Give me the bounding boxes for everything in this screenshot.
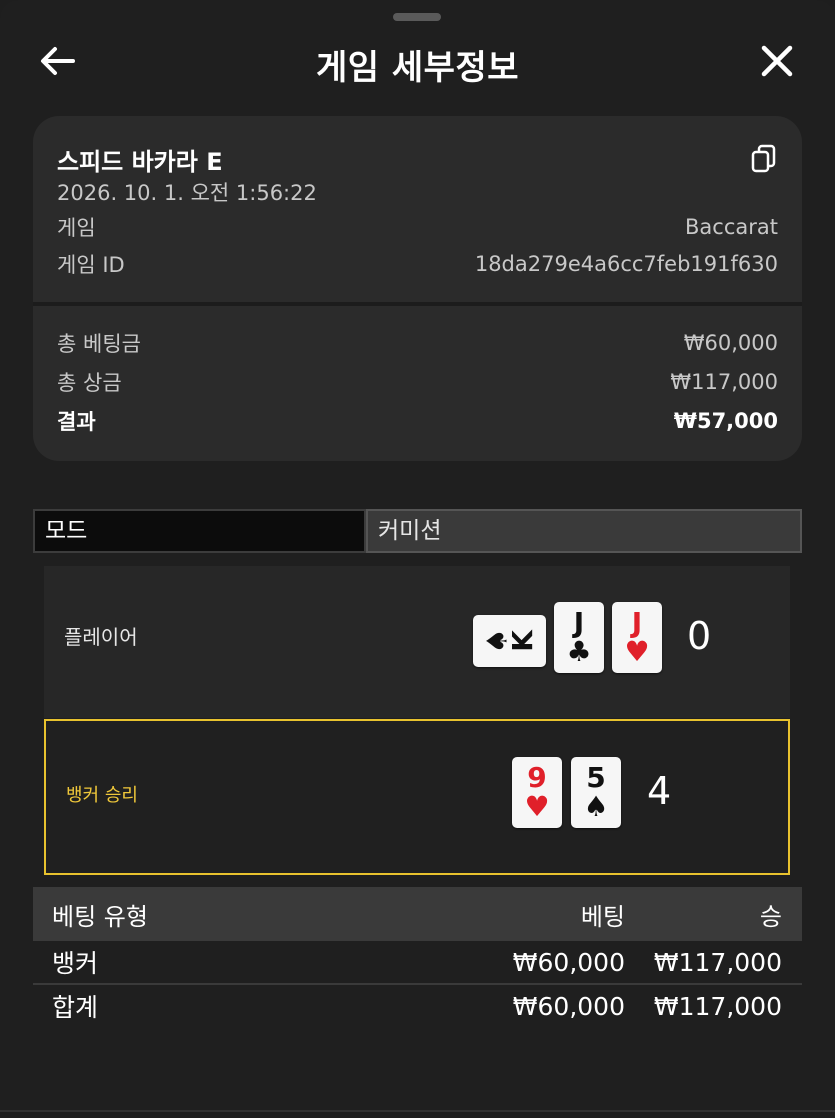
header-bet: 베팅 xyxy=(580,902,625,931)
banker-card-2: 5 ♠ xyxy=(571,757,621,828)
game-info-card: 스피드 바카라 E 2026. 10. 1. 오전 1:56:22 게임 Bac… xyxy=(33,116,802,461)
card-suit: ♠ xyxy=(583,789,609,823)
card-suit: ♥ xyxy=(524,789,550,823)
close-button[interactable] xyxy=(755,40,799,82)
table-row: 뱅커 ₩60,000 ₩117,000 xyxy=(33,941,802,985)
card-suit: ♣ xyxy=(566,634,592,668)
bet-table: 베팅 유형 베팅 승 뱅커 ₩60,000 ₩117,000 합계 ₩60,00… xyxy=(33,887,802,1027)
game-datetime: 2026. 10. 1. 오전 1:56:22 xyxy=(57,181,317,205)
copy-button[interactable] xyxy=(750,144,778,174)
result-row: 결과 ₩57,000 xyxy=(57,406,778,436)
total-bet-value: ₩60,000 xyxy=(683,331,778,355)
result-label: 결과 xyxy=(57,410,96,434)
total-bet-row: 총 베팅금 ₩60,000 xyxy=(57,328,778,358)
tab-bar: 모드 커미션 xyxy=(33,509,802,553)
player-card-2: J ♣ xyxy=(554,602,604,673)
bottom-divider xyxy=(0,1110,835,1112)
header-bet-type: 베팅 유형 xyxy=(52,902,148,931)
game-id-label: 게임 ID xyxy=(57,253,125,277)
banker-hand: 뱅커 승리 9 ♥ 5 ♠ 4 xyxy=(44,719,790,875)
drag-handle[interactable] xyxy=(393,13,441,21)
player-card-3: J ♥ xyxy=(612,602,662,673)
game-id-value[interactable]: 18da279e4a6cc7feb191f630 xyxy=(475,252,778,276)
close-icon xyxy=(761,45,793,77)
total-win-label: 총 상금 xyxy=(57,371,122,395)
copy-icon xyxy=(751,144,776,173)
total-win-row: 총 상금 ₩117,000 xyxy=(57,367,778,397)
card-suit: ♥ xyxy=(624,634,650,668)
divider xyxy=(33,302,802,306)
page-title: 게임 세부정보 xyxy=(315,48,520,88)
total-bet-label: 총 베팅금 xyxy=(57,332,141,356)
total-win-value: ₩117,000 xyxy=(670,370,778,394)
game-details-sheet: 게임 세부정보 스피드 바카라 E 2026. 10. 1. 오전 1:56:2… xyxy=(0,0,835,1118)
player-score: 0 xyxy=(687,614,712,658)
card-rank: J xyxy=(573,605,585,639)
header-win: 승 xyxy=(759,902,782,931)
total-label-cell: 합계 xyxy=(52,993,99,1022)
win-amount-cell: ₩117,000 xyxy=(653,947,782,977)
banker-label: 뱅커 승리 xyxy=(66,785,138,806)
table-row-total: 합계 ₩60,000 ₩117,000 xyxy=(33,985,802,1027)
card-rank: 9 xyxy=(527,760,547,794)
card-rank: J xyxy=(631,605,643,639)
game-info-section: 스피드 바카라 E 2026. 10. 1. 오전 1:56:22 게임 Bac… xyxy=(33,116,802,302)
total-bet-cell: ₩60,000 xyxy=(512,991,625,1021)
game-type-value: Baccarat xyxy=(685,215,778,239)
bet-amount-cell: ₩60,000 xyxy=(512,947,625,977)
total-win-cell: ₩117,000 xyxy=(653,991,782,1021)
header: 게임 세부정보 xyxy=(0,30,835,92)
game-name: 스피드 바카라 E xyxy=(57,148,223,176)
game-type-row: 게임 Baccarat xyxy=(57,212,778,242)
bet-table-header: 베팅 유형 베팅 승 xyxy=(33,887,802,941)
banker-score: 4 xyxy=(647,769,672,813)
player-card-1: ♠ K xyxy=(473,615,546,667)
player-label: 플레이어 xyxy=(64,625,138,649)
game-id-row: 게임 ID 18da279e4a6cc7feb191f630 xyxy=(57,249,778,279)
card-rank: 5 xyxy=(586,760,606,794)
banker-card-1: 9 ♥ xyxy=(512,757,562,828)
player-hand: 플레이어 ♠ K J ♣ J ♥ 0 xyxy=(44,566,790,718)
bet-type-cell: 뱅커 xyxy=(52,949,99,978)
tab-mode[interactable]: 모드 xyxy=(33,509,366,553)
tab-commission[interactable]: 커미션 xyxy=(366,509,802,553)
card-rank: K xyxy=(506,630,540,652)
result-value: ₩57,000 xyxy=(673,409,778,433)
game-type-label: 게임 xyxy=(57,216,96,240)
